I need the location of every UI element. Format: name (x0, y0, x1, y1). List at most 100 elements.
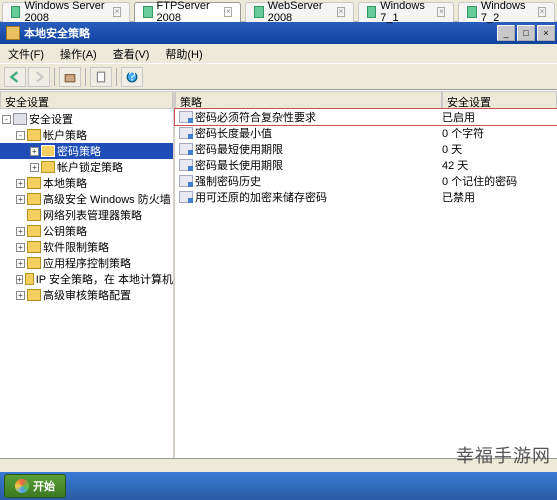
close-icon[interactable]: × (224, 7, 232, 17)
tree-item[interactable]: + 密码策略 (0, 143, 173, 159)
tree-item-label: 高级安全 Windows 防火墙 (43, 191, 171, 207)
expander-icon[interactable]: + (16, 291, 25, 300)
tree-body: - 安全设置 -帐户策略+密码策略+帐户锁定策略+本地策略+高级安全 Windo… (0, 109, 173, 305)
forward-button[interactable] (28, 67, 50, 87)
expander-icon[interactable]: + (16, 243, 25, 252)
folder-icon (27, 257, 41, 269)
column-policy[interactable]: 策略 (175, 91, 442, 109)
close-icon[interactable]: × (113, 7, 121, 17)
folder-icon (25, 273, 34, 285)
folder-icon (27, 209, 41, 221)
folder-icon (41, 145, 55, 157)
vm-icon (11, 6, 20, 18)
app-icon (6, 26, 20, 40)
maximize-button[interactable]: □ (517, 25, 535, 41)
tree-item[interactable]: + 高级审核策略配置 (0, 287, 173, 303)
list-pane: 策略 安全设置 密码必须符合复杂性要求已启用密码长度最小值0 个字符密码最短使用… (175, 91, 557, 458)
start-button[interactable]: 开始 (4, 474, 66, 498)
vm-tab-label: Windows 7_2 (481, 0, 530, 24)
vm-tab[interactable]: Windows Server 2008 × (2, 2, 130, 22)
vm-tab-strip: Windows Server 2008 × FTPServer 2008 × W… (0, 0, 557, 22)
help-button[interactable]: ? (121, 67, 143, 87)
expander-icon[interactable]: - (16, 131, 25, 140)
policy-name: 用可还原的加密来储存密码 (195, 189, 442, 205)
tree-item[interactable]: +帐户锁定策略 (0, 159, 173, 175)
policy-name: 强制密码历史 (195, 173, 442, 189)
policy-row[interactable]: 用可还原的加密来储存密码已禁用 (175, 189, 557, 205)
windows-orb-icon (15, 479, 29, 493)
tree-header: 安全设置 (0, 91, 173, 109)
folder-icon (27, 225, 41, 237)
expander-icon[interactable]: + (16, 179, 25, 188)
policy-value: 已禁用 (442, 189, 557, 205)
vm-tab-label: WebServer 2008 (268, 0, 329, 24)
tree-item-label: 应用程序控制策略 (43, 255, 131, 271)
expander-icon[interactable]: + (16, 195, 25, 204)
menu-action[interactable]: 操作(A) (56, 44, 101, 64)
close-icon[interactable]: × (337, 7, 345, 17)
tree-item-label: IP 安全策略，在 本地计算机 (36, 271, 173, 287)
policy-row[interactable]: 密码最长使用期限42 天 (175, 157, 557, 173)
separator (85, 68, 86, 86)
list-body: 密码必须符合复杂性要求已启用密码长度最小值0 个字符密码最短使用期限0 天密码最… (175, 109, 557, 458)
folder-icon (27, 289, 41, 301)
vm-tab-label: Windows 7_1 (380, 0, 429, 24)
tree-item[interactable]: +本地策略 (0, 175, 173, 191)
close-button[interactable]: × (537, 25, 555, 41)
vm-icon (367, 6, 376, 18)
vm-tab[interactable]: FTPServer 2008 × (134, 2, 241, 22)
column-setting[interactable]: 安全设置 (442, 91, 557, 109)
list-header: 策略 安全设置 (175, 91, 557, 109)
expander-icon[interactable]: + (30, 163, 39, 172)
vm-tab[interactable]: WebServer 2008 × (245, 2, 353, 22)
vm-tab-label: FTPServer 2008 (157, 0, 217, 24)
tree-item-label: 密码策略 (57, 143, 101, 159)
vm-tab[interactable]: Windows 7_2 × (458, 2, 555, 22)
close-icon[interactable]: × (538, 7, 546, 17)
content-area: 安全设置 - 安全设置 -帐户策略+密码策略+帐户锁定策略+本地策略+高级安全 … (0, 90, 557, 458)
tree-item-label: 软件限制策略 (43, 239, 109, 255)
separator (54, 68, 55, 86)
refresh-button[interactable] (90, 67, 112, 87)
tree-root-label: 安全设置 (29, 111, 73, 127)
folder-icon (27, 129, 41, 141)
close-icon[interactable]: × (437, 7, 445, 17)
policy-value: 42 天 (442, 157, 557, 173)
tree-root[interactable]: - 安全设置 (0, 111, 173, 127)
tree-item-label: 网络列表管理器策略 (43, 207, 142, 223)
minimize-button[interactable]: _ (497, 25, 515, 41)
policy-icon (179, 111, 193, 123)
policy-value: 0 天 (442, 141, 557, 157)
policy-name: 密码最短使用期限 (195, 141, 442, 157)
tree-item-label: 高级审核策略配置 (43, 287, 131, 303)
expander-icon[interactable]: - (2, 115, 11, 124)
vm-tab[interactable]: Windows 7_1 × (358, 2, 455, 22)
policy-icon (179, 127, 193, 139)
expander-icon[interactable]: + (16, 259, 25, 268)
tree-item[interactable]: + IP 安全策略，在 本地计算机 (0, 271, 173, 287)
tree-item[interactable]: 网络列表管理器策略 (0, 207, 173, 223)
start-label: 开始 (33, 478, 55, 494)
menu-file[interactable]: 文件(F) (4, 44, 48, 64)
tree-item-label: 公钥策略 (43, 223, 87, 239)
tree-item[interactable]: + 应用程序控制策略 (0, 255, 173, 271)
policy-row[interactable]: 密码必须符合复杂性要求已启用 (175, 109, 557, 125)
back-button[interactable] (4, 67, 26, 87)
policy-row[interactable]: 密码最短使用期限0 天 (175, 141, 557, 157)
expander-icon[interactable]: + (16, 275, 23, 284)
tree-item[interactable]: -帐户策略 (0, 127, 173, 143)
vm-tab-label: Windows Server 2008 (24, 0, 105, 24)
menu-view[interactable]: 查看(V) (109, 44, 154, 64)
expander-icon[interactable]: + (30, 147, 39, 156)
export-button[interactable] (59, 67, 81, 87)
folder-icon (27, 193, 41, 205)
menu-help[interactable]: 帮助(H) (161, 44, 206, 64)
folder-icon (41, 161, 55, 173)
tree-item[interactable]: + 高级安全 Windows 防火墙 (0, 191, 173, 207)
expander-icon[interactable]: + (16, 227, 25, 236)
policy-row[interactable]: 密码长度最小值0 个字符 (175, 125, 557, 141)
policy-row[interactable]: 强制密码历史0 个记住的密码 (175, 173, 557, 189)
window-title-bar: 本地安全策略 _ □ × (0, 22, 557, 44)
tree-item[interactable]: + 软件限制策略 (0, 239, 173, 255)
tree-item[interactable]: + 公钥策略 (0, 223, 173, 239)
